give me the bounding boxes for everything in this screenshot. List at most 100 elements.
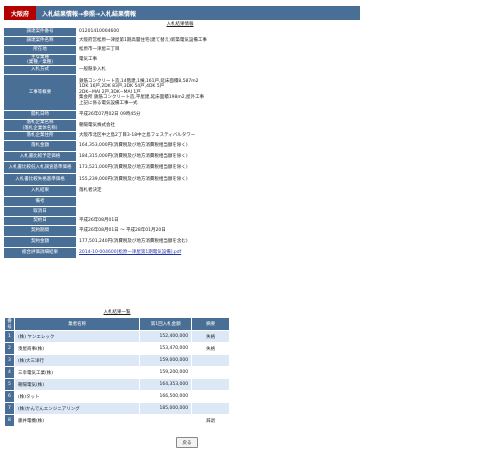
row-number: 5 <box>4 378 15 391</box>
bid-remark <box>191 378 230 391</box>
row-number: 4 <box>4 366 15 379</box>
detail-value: 落札者決定 <box>76 186 356 196</box>
page: 大阪府 入札結果情報→参照→入札結果情報 入札結果情報 調達案件番号 012014… <box>0 0 500 455</box>
detail-row: 入札書比較予定価格 184,315,000円(消費税及び地方消費税相当額を除く) <box>4 152 356 162</box>
bidder-name: (株)かんでんエンジニアリング <box>13 402 141 415</box>
detail-value: 平成26年08月01日 <box>76 217 356 225</box>
bidder-name: 朝陽電気(株) <box>13 378 141 391</box>
row-number: 8 <box>4 414 15 427</box>
detail-row: 備考 <box>4 197 356 207</box>
detail-value: 一般競争入札 <box>76 66 356 74</box>
bid-remark: 失格 <box>191 330 230 343</box>
detail-value: 平成26年08月01日 ～ 平成28年01月20日 <box>76 226 356 236</box>
detail-row: 所在地 松原市一津屋三丁目 <box>4 46 356 55</box>
detail-value: 155,239,000円(消費税及び地方消費税相当額を除く) <box>76 174 356 185</box>
detail-row: 主な業種 (業種／業種) 電気工事 <box>4 55 356 66</box>
detail-value: 平成26年07月02日 09時45分 <box>76 111 356 119</box>
detail-label: 調達案件番号 <box>4 28 76 36</box>
bid-amount: 185,000,000 <box>139 402 193 415</box>
table-row: 6 (株)タット 166,500,000 <box>4 390 230 403</box>
detail-label: 開札日時 <box>4 111 76 119</box>
detail-label: 契約期間 <box>4 226 76 236</box>
bid-amount: 159,000,000 <box>139 354 193 367</box>
bid-amount: 159,200,000 <box>139 366 193 379</box>
bidder-name: 藤井電機(株) <box>13 414 141 427</box>
detail-value: 松原市一津屋三丁目 <box>76 46 356 54</box>
bid-remark <box>191 402 230 415</box>
detail-label: 落札金額 <box>4 141 76 151</box>
detail-row: 入札方式 一般競争入札 <box>4 66 356 75</box>
bidder-name: (株) ヤンエレック <box>13 330 141 343</box>
detail-label: 入札書比較低入札調査基準価格 <box>4 162 76 173</box>
detail-label: 工事等概要 <box>4 75 76 110</box>
detail-label: 契約金額 <box>4 237 76 247</box>
bid-remark: 失格 <box>191 342 230 355</box>
detail-row: 調達案件名称 大阪府営松原一津屋第1期高層住宅(建て替え)新築電気設備工事 <box>4 37 356 46</box>
table-row: 3 (株)大三洋行 159,000,000 <box>4 354 230 367</box>
bid-amount: 153,470,000 <box>139 342 193 355</box>
detail-table: 調達案件番号 01201410004600 調達案件名称 大阪府営松原一津屋第1期高層… <box>4 28 356 259</box>
detail-label: 入札書比較失格基準価格 <box>4 174 76 185</box>
row-number: 7 <box>4 402 15 415</box>
detail-row: 契約金額 177,501,240円(消費税及び地方消費税相当額を含む) <box>4 237 356 248</box>
bid-remark <box>191 390 230 403</box>
detail-value: 164,353,000円(消費税及び地方消費税相当額を除く) <box>76 141 356 151</box>
detail-label: 入札結果 <box>4 186 76 196</box>
detail-row: 契約期間 平成26年08月01日 ～ 平成28年01月20日 <box>4 226 356 237</box>
detail-value: 電気工事 <box>76 55 356 65</box>
detail-value: 173,521,000円(消費税及び地方消費税相当額を除く) <box>76 162 356 173</box>
back-button[interactable]: 戻る <box>176 437 198 448</box>
detail-row: 落札企業住所 大阪市北区中之島2丁目3-18中之島フェスティバルタワー <box>4 132 356 141</box>
detail-label: 入札方式 <box>4 66 76 74</box>
detail-value: 177,501,240円(消費税及び地方消費税相当額を含む) <box>76 237 356 247</box>
bid-amount <box>139 414 193 427</box>
header-breadcrumb: 入札結果情報→参照→入札結果情報 <box>42 10 137 18</box>
row-number: 6 <box>4 390 15 403</box>
detail-value: 184,315,000円(消費税及び地方消費税相当額を除く) <box>76 152 356 161</box>
detail-row: 入札結果 落札者決定 <box>4 186 356 197</box>
detail-value <box>76 207 356 216</box>
detail-row: 調達案件番号 01201410004600 <box>4 28 356 37</box>
bid-result-table: 番号 業者名称 第1回入札金額 摘要 1 (株) ヤンエレック 152,400,00… <box>4 317 230 427</box>
table-row: 2 湊屋商事(株) 153,470,000 失格 <box>4 342 230 355</box>
detail-label: 備考 <box>4 197 76 206</box>
row-number: 3 <box>4 354 15 367</box>
row-number: 2 <box>4 342 15 355</box>
bid-remark <box>191 354 230 367</box>
table-row: 1 (株) ヤンエレック 152,400,000 失格 <box>4 330 230 343</box>
bid-amount: 166,500,000 <box>139 390 193 403</box>
detail-row: 入札書比較低入札調査基準価格 173,521,000円(消費税及び地方消費税相当額… <box>4 162 356 174</box>
table-row: 8 藤井電機(株) 辞退 <box>4 414 230 427</box>
col-header-name: 業者名称 <box>13 317 141 331</box>
bid-amount: 152,400,000 <box>139 330 193 343</box>
detail-label: 取消日 <box>4 207 76 216</box>
detail-value: 朝陽電気株式会社 <box>76 120 356 131</box>
col-header-number: 番号 <box>4 317 15 331</box>
col-header-amount: 第1回入札金額 <box>139 317 193 331</box>
detail-row: 工事等概要 鉄筋コンクリート造,14階建,1棟,161戸,延床面積8,587m2 … <box>4 75 356 111</box>
table-row: 5 朝陽電気(株) 164,353,000 <box>4 378 230 391</box>
detail-row: 開札日時 平成26年07月02日 09時45分 <box>4 111 356 120</box>
detail-value: 大阪府営松原一津屋第1期高層住宅(建て替え)新築電気設備工事 <box>76 37 356 45</box>
detail-label: 落札企業住所 <box>4 132 76 140</box>
bid-amount: 164,353,000 <box>139 378 193 391</box>
detail-label: 所在地 <box>4 46 76 54</box>
detail-row: 落札企業名称 (落札企業体名称) 朝陽電気株式会社 <box>4 120 356 132</box>
detail-row: 入札書比較失格基準価格 155,239,000円(消費税及び地方消費税相当額を除く… <box>4 174 356 186</box>
detail-value: 大阪市北区中之島2丁目3-18中之島フェスティバルタワー <box>76 132 356 140</box>
evaluation-pdf-link[interactable]: 2014-10-004600[松原一津屋第1期電気設備].pdf <box>76 248 356 258</box>
bidder-name: (株)大三洋行 <box>13 354 141 367</box>
table-header-row: 番号 業者名称 第1回入札金額 摘要 <box>4 317 230 331</box>
table-row: 7 (株)かんでんエンジニアリング 185,000,000 <box>4 402 230 415</box>
bid-remark <box>191 366 230 379</box>
detail-label: 入札書比較予定価格 <box>4 152 76 161</box>
detail-label: 契約日 <box>4 217 76 225</box>
row-number: 1 <box>4 330 15 343</box>
prefecture-badge: 大阪府 <box>4 6 36 20</box>
detail-row: 落札金額 164,353,000円(消費税及び地方消費税相当額を除く) <box>4 141 356 152</box>
detail-label: 総合評価詳細結果 <box>4 248 76 258</box>
detail-label: 調達案件名称 <box>4 37 76 45</box>
list-section-title: 入札結果一覧 <box>103 310 131 315</box>
detail-label: 落札企業名称 (落札企業体名称) <box>4 120 76 131</box>
detail-row: 契約日 平成26年08月01日 <box>4 217 356 226</box>
